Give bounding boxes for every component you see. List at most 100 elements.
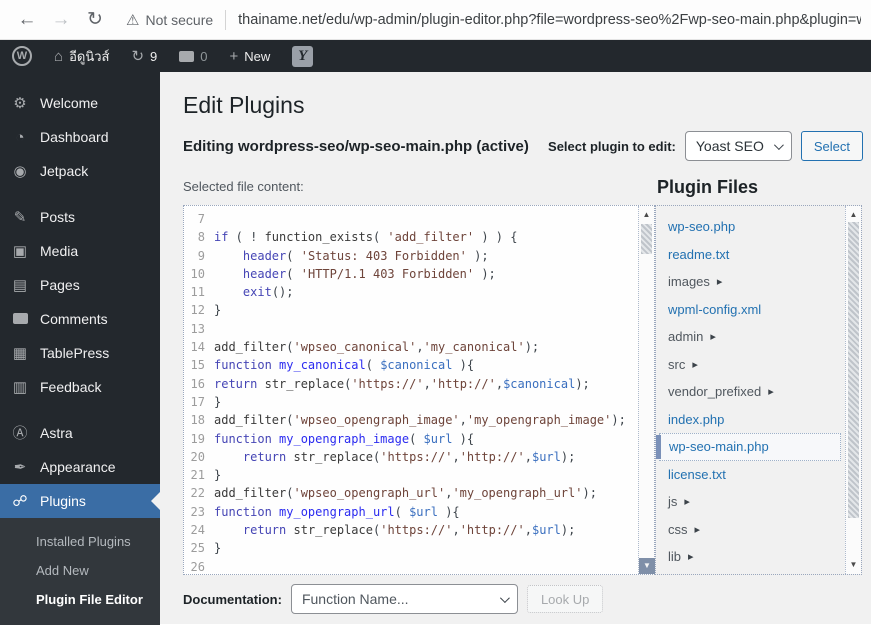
wp-logo-menu[interactable]: W: [12, 46, 32, 66]
submenu-item-plugin-file-editor[interactable]: Plugin File Editor: [0, 585, 160, 614]
documentation-dropdown[interactable]: Function Name...: [290, 584, 518, 614]
submenu-item-add-new[interactable]: Add New: [0, 556, 160, 585]
file-readme-txt[interactable]: readme.txt: [656, 241, 845, 269]
chevron-down-icon: [499, 592, 510, 603]
code-text: }: [214, 468, 222, 483]
folder-expand-icon[interactable]: ▸: [688, 550, 694, 563]
scroll-down-icon[interactable]: ▼: [846, 558, 861, 572]
plugin-select-value: Yoast SEO: [695, 138, 764, 154]
look-up-button[interactable]: Look Up: [526, 585, 604, 613]
code-line: 18 add_filter('wpseo_opengraph_image','my…: [184, 411, 638, 429]
sidebar-item-welcome[interactable]: ⚙ Welcome: [0, 86, 160, 120]
not-secure-label[interactable]: Not secure: [145, 12, 213, 28]
code-text: return str_replace('https://','http://',…: [242, 449, 576, 464]
plugin-select-dropdown[interactable]: Yoast SEO: [684, 131, 792, 161]
sidebar-item-comments[interactable]: Comments: [0, 302, 160, 336]
folder-expand-icon[interactable]: ▸: [710, 330, 716, 343]
code-line: 16 return str_replace('https://','http://…: [184, 375, 638, 393]
sidebar-item-appearance[interactable]: ✒ Appearance: [0, 450, 160, 484]
line-number: 18: [190, 413, 205, 428]
code-line: 8 if ( ! function_exists( 'add_filter' ) …: [184, 228, 638, 246]
url-separator: [225, 9, 227, 30]
sidebar-menu: ⚙ Welcome ◔ Dashboard ◉ Jetpack ✎ Posts ▣ Media ▤ P…: [0, 72, 160, 518]
code-text: if ( ! function_exists( 'add_filter' ) )…: [214, 230, 518, 245]
select-plugin-button[interactable]: Select: [800, 131, 863, 161]
code-text: add_filter('wpseo_opengraph_image','my_o…: [214, 413, 626, 428]
folder-expand-icon[interactable]: ▸: [717, 275, 723, 288]
editing-file-heading: Editing wordpress-seo/wp-seo-main.php (a…: [183, 138, 529, 155]
file-wp-seo-php[interactable]: wp-seo.php: [656, 213, 845, 241]
back-icon[interactable]: ←: [10, 9, 44, 31]
scroll-down-icon[interactable]: ▼: [639, 558, 655, 574]
files-scrollbar[interactable]: ▲ ▼: [845, 206, 861, 574]
editor-scrollbar[interactable]: ▲ ▼: [638, 206, 655, 574]
line-number: 15: [190, 358, 205, 373]
code-text: return str_replace('https://','http://',…: [214, 376, 590, 391]
code-text: exit();: [242, 285, 294, 300]
scroll-up-icon[interactable]: ▲: [639, 208, 654, 222]
code-editor[interactable]: 7 8 if ( ! function_exists( 'add_filter' )…: [183, 205, 655, 575]
sidebar-item-label: Media: [40, 243, 79, 259]
new-content-menu[interactable]: + New: [229, 48, 270, 65]
line-number: 23: [190, 504, 205, 519]
code-text: add_filter('wpseo_canonical','my_canonic…: [214, 340, 540, 355]
submenu-item-installed-plugins[interactable]: Installed Plugins: [0, 527, 160, 556]
folder-expand-icon[interactable]: ▸: [695, 523, 701, 536]
folder-src[interactable]: src ▸: [656, 351, 845, 379]
folder-lib[interactable]: lib ▸: [656, 543, 845, 571]
not-secure-warning-icon[interactable]: ⚠: [126, 11, 139, 29]
plug-icon: ☍: [12, 492, 28, 510]
sidebar-separator: [0, 404, 160, 416]
folder-vendor-prefixed[interactable]: vendor_prefixed ▸: [656, 378, 845, 406]
comments-menu[interactable]: 0: [179, 49, 207, 64]
files-scrollbar-thumb[interactable]: [848, 222, 859, 518]
sidebar-item-astra[interactable]: Ⓐ Astra: [0, 416, 160, 450]
file-license-txt[interactable]: license.txt: [656, 461, 845, 489]
code-line: 23 function my_opengraph_url( $url ){: [184, 503, 638, 521]
folder-js[interactable]: js ▸: [656, 488, 845, 516]
sidebar-item-label: Plugins: [40, 493, 86, 509]
sidebar-item-label: Astra: [40, 425, 73, 441]
page-title: Edit Plugins: [183, 92, 305, 118]
folder-css[interactable]: css ▸: [656, 516, 845, 544]
file-name: vendor_prefixed: [668, 384, 762, 400]
sidebar-item-label: Pages: [40, 277, 80, 293]
address-bar-url[interactable]: thainame.net/edu/wp-admin/plugin-editor.…: [238, 12, 861, 28]
table-icon: ▦: [12, 344, 28, 362]
paintbrush-icon: ✒: [13, 458, 27, 476]
documentation-label: Documentation:: [183, 591, 282, 607]
folder-images[interactable]: images ▸: [656, 268, 845, 296]
sidebar-item-tablepress[interactable]: ▦ TablePress: [0, 336, 160, 370]
sidebar-item-label: Jetpack: [40, 163, 89, 179]
folder-admin[interactable]: admin ▸: [656, 323, 845, 351]
site-name-menu[interactable]: ⌂ อีดูนิวส์: [54, 46, 109, 67]
comments-count: 0: [200, 48, 208, 64]
yoast-menu[interactable]: Y: [292, 45, 314, 67]
folder-expand-icon[interactable]: ▸: [768, 385, 774, 398]
line-number: 26: [190, 559, 205, 574]
sidebar-item-media[interactable]: ▣ Media: [0, 234, 160, 268]
editor-scrollbar-thumb[interactable]: [641, 224, 652, 254]
file-wp-seo-main-php[interactable]: wp-seo-main.php: [656, 433, 841, 461]
code-line: 22 add_filter('wpseo_opengraph_url','my_o…: [184, 484, 638, 502]
sidebar-item-label: Feedback: [40, 379, 102, 395]
forward-icon[interactable]: →: [44, 9, 78, 31]
file-name: js: [668, 494, 678, 510]
file-index-php[interactable]: index.php: [656, 406, 845, 434]
sidebar-item-feedback[interactable]: ▥ Feedback: [0, 370, 160, 404]
folder-expand-icon[interactable]: ▸: [692, 358, 698, 371]
code-lines[interactable]: 7 8 if ( ! function_exists( 'add_filter' )…: [184, 206, 638, 574]
scroll-up-icon[interactable]: ▲: [846, 208, 861, 222]
updates-menu[interactable]: ↻ 9: [131, 47, 157, 65]
folder-expand-icon[interactable]: ▸: [684, 495, 690, 508]
reload-icon[interactable]: ↻: [78, 8, 112, 31]
sidebar-item-plugins[interactable]: ☍ Plugins: [0, 484, 160, 518]
selected-file-content-label: Selected file content:: [183, 179, 304, 194]
sidebar-item-jetpack[interactable]: ◉ Jetpack: [0, 154, 160, 188]
code-line: 21}: [184, 466, 638, 484]
sidebar-item-dashboard[interactable]: ◔ Dashboard: [0, 120, 160, 154]
sidebar-item-pages[interactable]: ▤ Pages: [0, 268, 160, 302]
file-wpml-config-xml[interactable]: wpml-config.xml: [656, 296, 845, 324]
sidebar-item-label: Dashboard: [40, 129, 109, 145]
sidebar-item-posts[interactable]: ✎ Posts: [0, 200, 160, 234]
